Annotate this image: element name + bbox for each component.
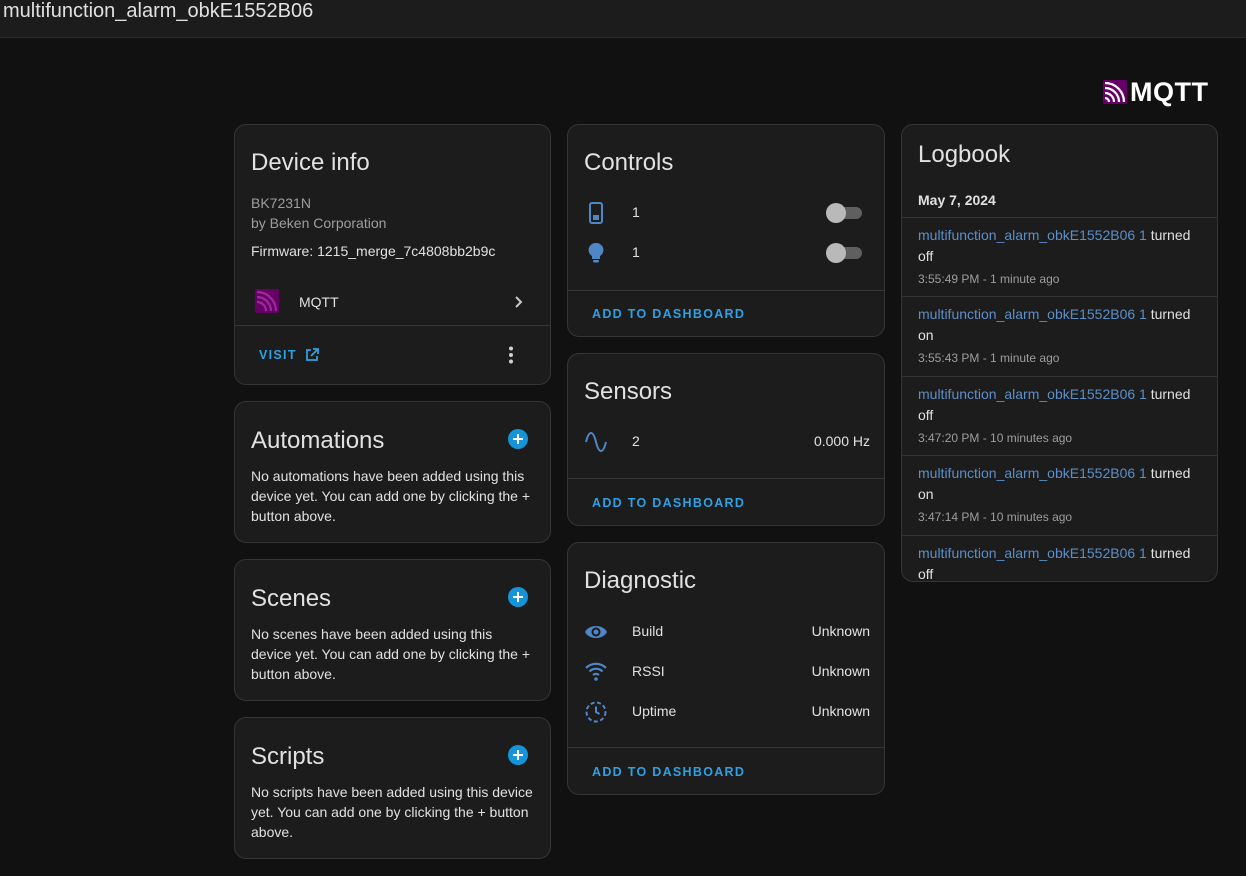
add-automation-button[interactable] [508,429,528,449]
diagnostic-name: Uptime [632,703,677,719]
control-name: 1 [632,244,640,260]
toggle-knob [826,243,846,263]
control-name: 1 [632,204,640,220]
divider [902,455,1217,456]
logbook-entity-link[interactable]: multifunction_alarm_obkE1552B06 1 [918,227,1147,243]
diagnostic-card: Diagnostic Build Unknown RSSI Unknown Up… [567,542,885,795]
visit-button[interactable]: VISIT [259,345,329,367]
logbook-date: May 7, 2024 [918,192,996,208]
diagnostic-row[interactable]: Uptime Unknown [568,699,884,725]
device-firmware: Firmware: 1215_merge_7c4808bb2b9c [251,243,496,259]
add-script-button[interactable] [508,745,528,765]
scenes-empty-text: No scenes have been added using this dev… [251,626,531,682]
clock-icon [585,701,607,723]
sensor-row[interactable]: 2 0.000 Hz [568,430,884,456]
control-toggle[interactable] [826,242,864,263]
diagnostic-title: Diagnostic [584,567,697,594]
automations-title: Automations [251,427,385,454]
phone-icon [589,202,603,224]
scenes-title: Scenes [251,585,332,612]
integration-label: MQTT [299,294,339,310]
integration-row-mqtt[interactable]: MQTT [235,283,550,323]
sensors-add-to-dashboard-button[interactable]: ADD TO DASHBOARD [592,496,745,510]
more-options-icon[interactable] [501,345,521,365]
divider [902,217,1217,218]
mqtt-integration-icon [255,289,279,313]
automations-empty-text: No automations have been added using thi… [251,468,531,524]
diagnostic-value: Unknown [811,623,870,639]
page-title: multifunction_alarm_obkE1552B06 [3,0,314,22]
open-in-new-icon [306,348,319,361]
divider [235,325,550,326]
sine-wave-icon [585,432,607,452]
controls-add-to-dashboard-button[interactable]: ADD TO DASHBOARD [592,307,745,321]
visit-label: VISIT [259,348,297,362]
divider [902,535,1217,536]
eye-icon [585,626,607,638]
scripts-empty-text: No scripts have been added using this de… [251,784,533,840]
lightbulb-icon [588,242,604,263]
control-toggle[interactable] [826,202,864,223]
toggle-knob [826,203,846,223]
controls-card: Controls 1 1 ADD TO DASHBOARD [567,124,885,337]
diagnostic-value: Unknown [811,703,870,719]
sensor-value: 0.000 Hz [813,433,870,449]
add-scene-button[interactable] [508,587,528,607]
mqtt-logo-icon [1103,80,1127,104]
automations-card: Automations No automations have been add… [234,401,551,543]
divider [902,296,1217,297]
logbook-card: Logbook May 7, 2024 multifunction_alarm_… [901,124,1218,582]
logbook-entity-link[interactable]: multifunction_alarm_obkE1552B06 1 [918,465,1147,481]
mqtt-brand-logo: MQTT [1103,77,1215,107]
sensor-name: 2 [632,433,640,449]
diagnostic-add-to-dashboard-button[interactable]: ADD TO DASHBOARD [592,765,745,779]
logbook-entry: multifunction_alarm_obkE1552B06 1 turned… [902,384,1217,462]
logbook-entry: multifunction_alarm_obkE1552B06 1 turned… [902,463,1217,541]
logbook-entity-link[interactable]: multifunction_alarm_obkE1552B06 1 [918,545,1147,561]
divider [568,290,884,291]
logbook-time: 3:55:49 PM - 1 minute ago [918,272,1060,286]
divider [568,478,884,479]
scripts-title: Scripts [251,743,325,770]
diagnostic-row[interactable]: Build Unknown [568,619,884,645]
device-info-title: Device info [251,149,370,176]
logbook-entity-link[interactable]: multifunction_alarm_obkE1552B06 1 [918,306,1147,322]
chevron-right-icon [515,296,523,308]
scripts-card: Scripts No scripts have been added using… [234,717,551,859]
diagnostic-row[interactable]: RSSI Unknown [568,659,884,685]
logbook-time: 3:55:43 PM - 1 minute ago [918,351,1060,365]
diagnostic-name: RSSI [632,663,665,679]
logbook-entity-link[interactable]: multifunction_alarm_obkE1552B06 1 [918,386,1147,402]
logbook-time: 3:47:20 PM - 10 minutes ago [918,431,1073,445]
logbook-entry: multifunction_alarm_obkE1552B06 1 turned… [902,225,1217,303]
device-info-card: Device info BK7231N by Beken Corporation… [234,124,551,385]
control-row[interactable]: 1 [568,241,884,267]
control-row[interactable]: 1 [568,201,884,227]
diagnostic-name: Build [632,623,664,639]
mqtt-brand-text: MQTT [1130,77,1209,107]
logbook-title: Logbook [918,141,1011,168]
logbook-time: 3:47:14 PM - 10 minutes ago [918,510,1073,524]
divider [568,747,884,748]
sensors-title: Sensors [584,378,673,405]
device-manufacturer: by Beken Corporation [251,215,387,231]
scenes-card: Scenes No scenes have been added using t… [234,559,551,701]
diagnostic-value: Unknown [811,663,870,679]
divider [902,376,1217,377]
device-model: BK7231N [251,195,311,211]
sensors-card: Sensors 2 0.000 Hz ADD TO DASHBOARD [567,353,885,526]
controls-title: Controls [584,149,674,176]
logbook-entry: multifunction_alarm_obkE1552B06 1 turned… [902,304,1217,382]
logbook-entry: multifunction_alarm_obkE1552B06 1 turned… [902,543,1217,581]
top-bar: multifunction_alarm_obkE1552B06 [0,0,1246,38]
wifi-icon [585,662,607,681]
